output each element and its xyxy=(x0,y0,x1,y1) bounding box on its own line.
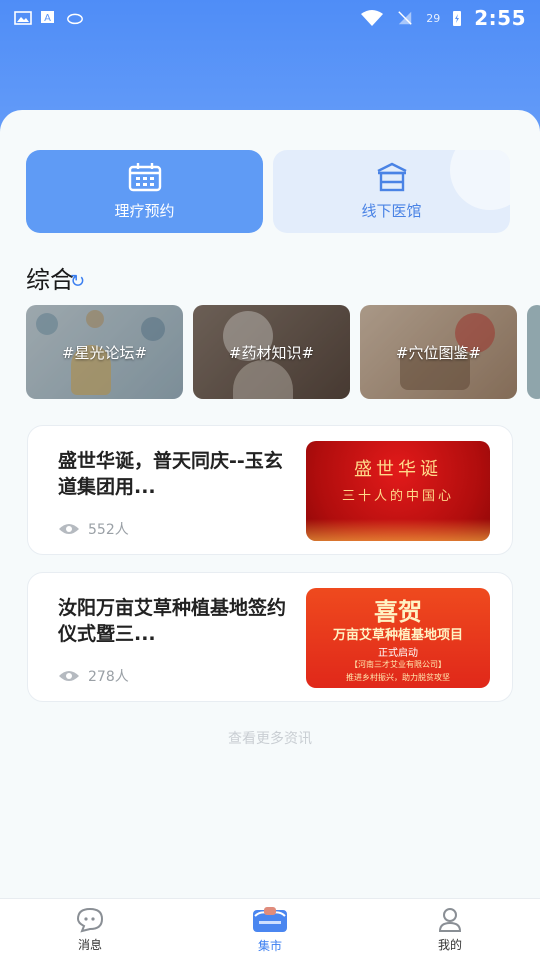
battery-percent: 29 xyxy=(426,11,441,25)
section-title: 综合 ↻ xyxy=(26,260,85,295)
thumb-slogan: 推进乡村振兴，助力脱贫攻坚 xyxy=(346,673,450,682)
gallery-icon xyxy=(14,11,32,25)
load-more-link[interactable]: 查看更多资讯 xyxy=(0,728,540,748)
thumb-headline: 盛世华诞 xyxy=(354,459,442,480)
topic-label: #药材知识# xyxy=(228,343,315,362)
news-thumbnail: 盛世华诞 三十人的中国心 xyxy=(306,441,490,541)
offline-clinic-label: 线下医馆 xyxy=(361,202,422,220)
tab-profile[interactable]: 我的 xyxy=(360,899,540,960)
battery-charging-icon xyxy=(453,11,462,26)
topic-card-acupoints[interactable]: #穴位图鉴# xyxy=(360,305,517,399)
section-title-text: 综合 xyxy=(26,266,74,294)
calendar-icon xyxy=(128,163,161,192)
thumb-org: 【河南三才艾业有限公司】 xyxy=(350,660,446,669)
tab-messages[interactable]: 消息 xyxy=(0,899,180,960)
view-count: 552人 xyxy=(58,519,129,539)
profile-icon xyxy=(438,907,462,932)
topic-carousel: #星光论坛# #药材知识# #穴位图鉴# xyxy=(26,305,540,399)
clock: 2:55 xyxy=(474,6,526,30)
offline-clinic-button[interactable]: 线下医馆 xyxy=(273,150,510,233)
tab-label: 我的 xyxy=(437,937,462,952)
translate-icon: A xyxy=(41,11,54,24)
wifi-icon xyxy=(361,10,384,26)
tab-label: 集市 xyxy=(257,938,282,953)
tab-label: 消息 xyxy=(77,937,102,952)
view-count-text: 278人 xyxy=(88,669,129,685)
refresh-icon: ↻ xyxy=(70,271,86,292)
thumb-subheadline: 三十人的中国心 xyxy=(341,489,454,504)
status-bar: A 29 2:55 xyxy=(0,0,540,36)
no-sim-icon xyxy=(398,11,412,25)
cloud-icon xyxy=(67,13,83,25)
quick-actions: 理疗预约 线下医馆 xyxy=(26,150,510,233)
news-title: 汝阳万亩艾草种植基地签约仪式暨三... xyxy=(58,597,287,645)
topic-card-forum[interactable]: #星光论坛# xyxy=(26,305,183,399)
news-card[interactable]: 盛世华诞，普天同庆--玉玄道集团用... 552人 盛世华诞 三十人的中国心 xyxy=(27,425,513,555)
topic-label: #星光论坛# xyxy=(61,343,148,362)
thumb-tag: 正式启动 xyxy=(378,648,418,659)
clinic-icon xyxy=(376,162,407,192)
tab-market[interactable]: 集市 xyxy=(180,899,360,960)
topic-label: #穴位图鉴# xyxy=(395,343,482,362)
chat-icon xyxy=(76,907,104,932)
content-sheet: 理疗预约 线下医馆 综合 ↻ #星光论坛# #药材知识# #穴位图鉴# 盛世华诞… xyxy=(0,110,540,900)
thumb-skyline xyxy=(306,519,490,541)
therapy-booking-button[interactable]: 理疗预约 xyxy=(26,150,263,233)
topic-card-partial[interactable] xyxy=(527,305,540,399)
thumb-headline: 喜贺 xyxy=(374,598,422,626)
therapy-booking-label: 理疗预约 xyxy=(114,202,175,220)
bottom-tabbar: 消息 集市 我的 xyxy=(0,898,540,960)
news-thumbnail: 喜贺 万亩艾草种植基地项目 正式启动 【河南三才艾业有限公司】 推进乡村振兴，助… xyxy=(306,588,490,688)
market-icon xyxy=(253,906,287,932)
view-count-text: 552人 xyxy=(88,522,129,538)
news-title: 盛世华诞，普天同庆--玉玄道集团用... xyxy=(58,450,283,498)
news-card[interactable]: 汝阳万亩艾草种植基地签约仪式暨三... 278人 喜贺 万亩艾草种植基地项目 正… xyxy=(27,572,513,702)
eye-icon xyxy=(59,671,79,681)
svg-text:A: A xyxy=(44,13,51,24)
topic-card-herbs[interactable]: #药材知识# xyxy=(193,305,350,399)
thumb-subheadline: 万亩艾草种植基地项目 xyxy=(332,628,463,643)
view-count: 278人 xyxy=(58,666,129,686)
eye-icon xyxy=(59,524,79,534)
